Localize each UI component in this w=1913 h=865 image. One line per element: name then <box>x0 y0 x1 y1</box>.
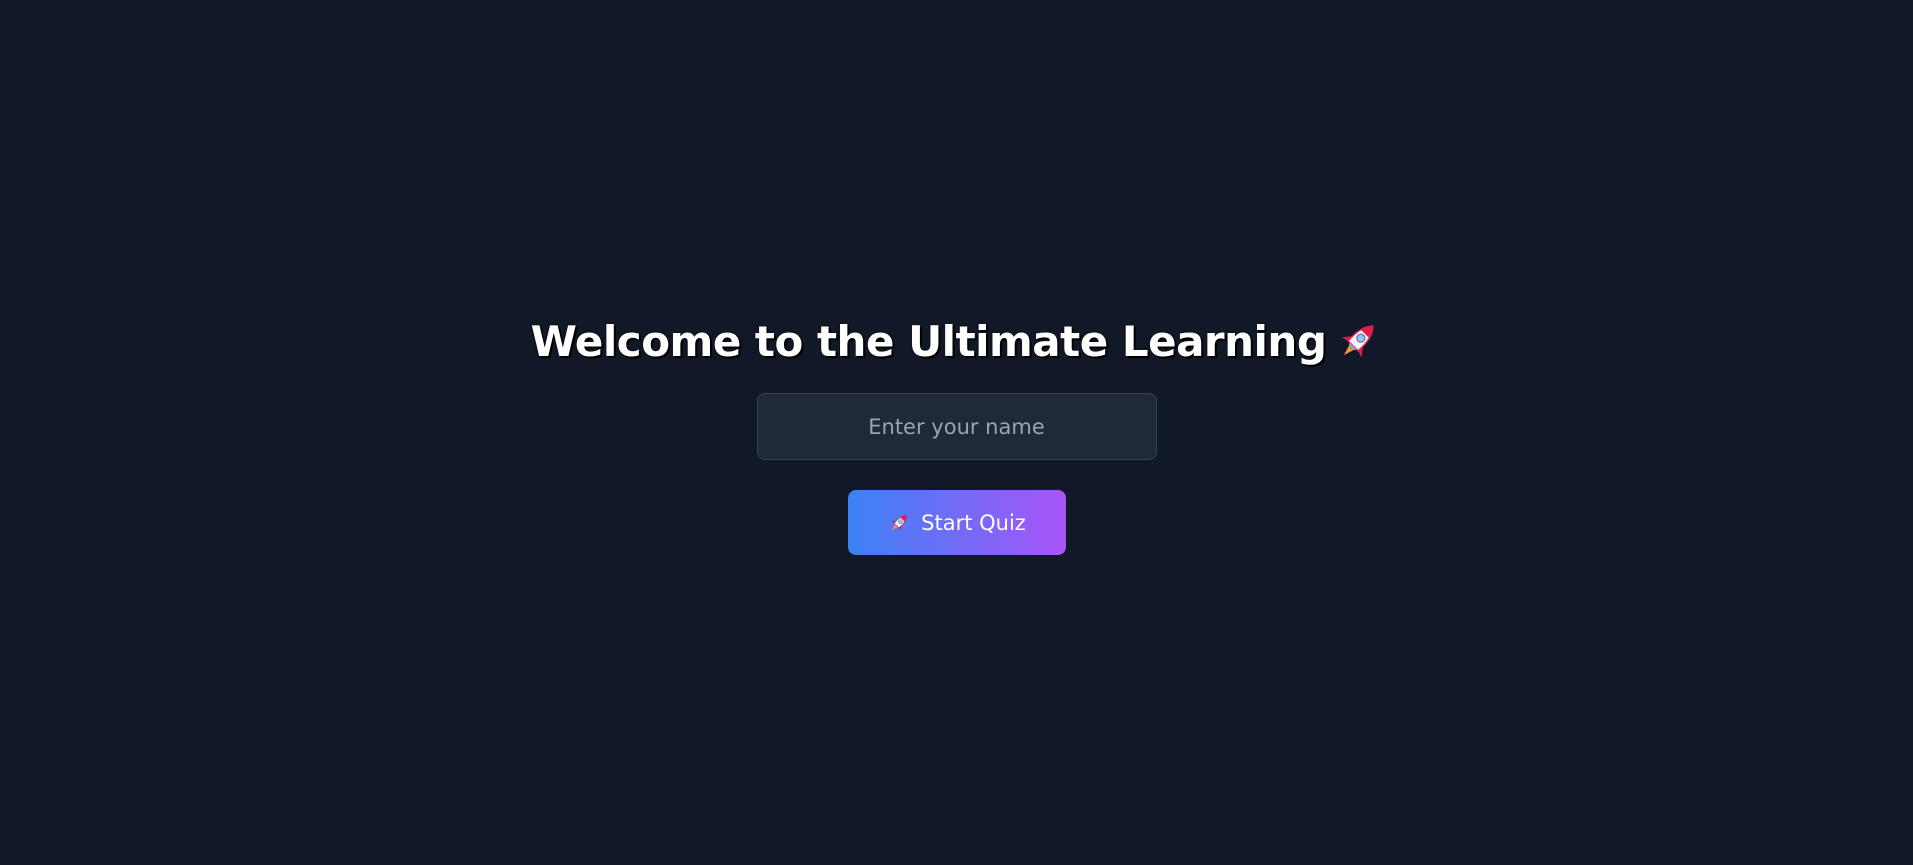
rocket-icon <box>1334 317 1382 365</box>
welcome-panel: Welcome to the Ultimate Learning Enter y… <box>0 310 1913 555</box>
start-quiz-label: Start Quiz <box>921 510 1026 535</box>
title-row: Welcome to the Ultimate Learning <box>531 310 1383 372</box>
rocket-icon <box>887 511 911 535</box>
name-input[interactable] <box>756 393 1157 460</box>
page-title: Welcome to the Ultimate Learning <box>530 316 1327 366</box>
start-quiz-button[interactable]: Start Quiz <box>847 490 1066 555</box>
welcome-screen: Welcome to the Ultimate Learning Enter y… <box>0 0 1913 865</box>
